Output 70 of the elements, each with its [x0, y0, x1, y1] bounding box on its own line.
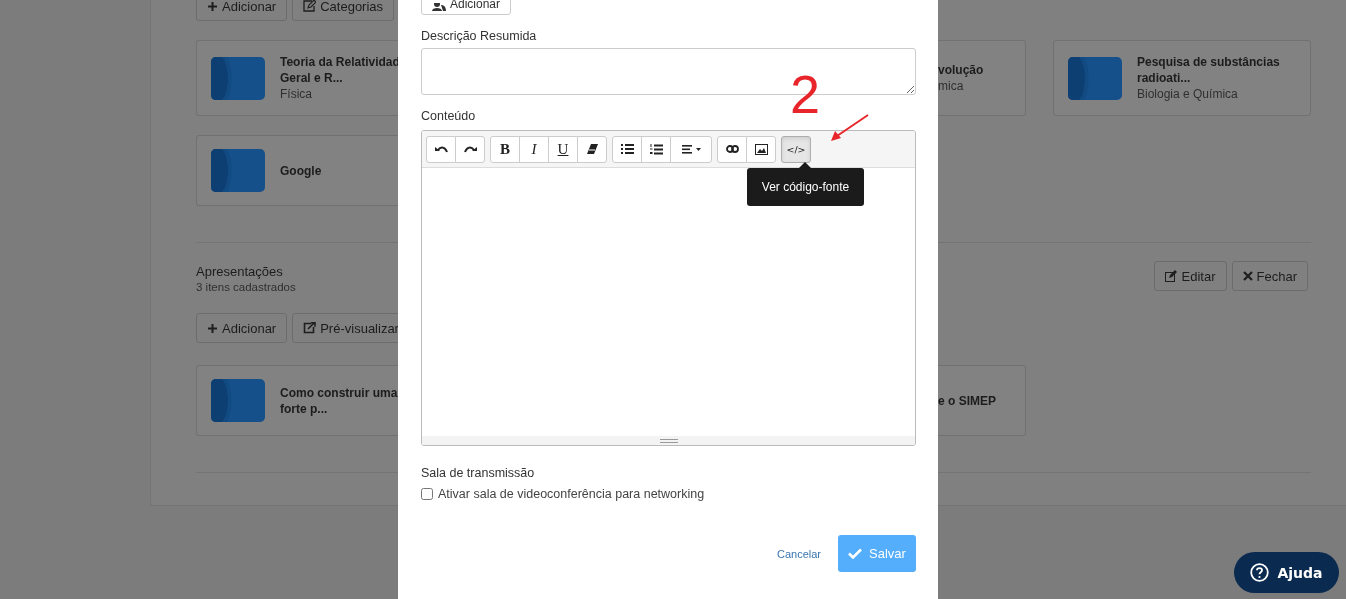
tooltip: Ver código-fonte [747, 168, 864, 206]
checkbox-option[interactable]: Ativar sala de videoconferência para networking [421, 487, 705, 501]
content-card[interactable]: Pesquisa de substâncias radioati... Biologia e Química [1053, 40, 1311, 116]
toolbar-button[interactable]: Fechar [1231, 261, 1308, 291]
add-button[interactable]: Adicionar [421, 0, 512, 15]
card-category: Física [280, 86, 313, 102]
eraser-icon [586, 144, 598, 154]
section-title: Apresentações [196, 263, 284, 280]
user-icon [432, 3, 446, 11]
item-count: 3 itens cadastrados [196, 280, 296, 295]
numbered-list-icon [649, 143, 663, 155]
toolbar-button[interactable]: Editar [1153, 261, 1227, 291]
editor-button[interactable] [641, 135, 671, 163]
field-label: Descrição Resumida [421, 29, 537, 44]
plus-icon [207, 322, 218, 334]
editor-button[interactable]: I [519, 135, 549, 163]
undo-icon [434, 144, 448, 154]
editor-button[interactable]: B [490, 135, 520, 163]
cancel-link[interactable]: Cancelar [776, 547, 821, 560]
card-title: forte p... [280, 400, 329, 417]
card-title: Como construir uma [280, 384, 398, 401]
editor-button[interactable] [670, 135, 712, 163]
card-category: mica [938, 78, 965, 94]
external-link-icon [303, 322, 317, 334]
card-title: Google [280, 162, 322, 179]
editor-button[interactable] [612, 135, 642, 163]
help-button[interactable]: Ajuda [1234, 552, 1339, 593]
editor-button[interactable]: U [548, 135, 578, 163]
card-title: volução [938, 62, 984, 78]
card-title: radioati... [1137, 70, 1192, 86]
field-label: Sala de transmissão [421, 466, 535, 481]
thumbnail-image [211, 149, 265, 192]
thumbnail-image [1068, 56, 1122, 100]
link-icon [725, 145, 739, 153]
field-label: Conteúdo [421, 109, 476, 124]
plus-icon [207, 0, 218, 12]
content-card[interactable]: Google [196, 135, 398, 206]
checkbox[interactable] [421, 488, 433, 500]
thumbnail-image [211, 379, 265, 422]
align-left-icon [681, 144, 701, 154]
redo-icon [463, 144, 477, 154]
editor-button[interactable] [717, 135, 747, 163]
editor-button[interactable]: </> [781, 135, 811, 163]
bullet-list-icon [620, 144, 634, 154]
editor-button[interactable] [746, 135, 776, 163]
annotation-arrow [831, 114, 869, 142]
card-title: Geral e R... [280, 70, 344, 86]
card-category: Biologia e Química [1137, 86, 1239, 102]
card-title: Pesquisa de substâncias [1137, 54, 1280, 70]
toolbar-button[interactable]: Adicionar [196, 0, 288, 21]
card-title: e o SIMEP [938, 392, 996, 409]
edit-icon [303, 0, 317, 12]
editor-button[interactable] [455, 135, 485, 163]
question-icon [1250, 563, 1270, 582]
content-card[interactable]: Como construir uma forte p... [196, 365, 398, 436]
tooltip-pointer [799, 162, 811, 168]
toolbar-button[interactable]: Adicionar [196, 313, 288, 343]
resize-handle-icon[interactable] [659, 438, 678, 443]
content-card[interactable]: e o SIMEP [938, 365, 1026, 436]
edit-icon [1164, 270, 1178, 282]
content-card[interactable]: volução mica [938, 40, 1026, 116]
close-icon [1242, 271, 1253, 281]
check-icon [848, 548, 863, 559]
save-button[interactable]: Salvar [838, 535, 916, 572]
editor-button[interactable] [426, 135, 456, 163]
picture-icon [754, 143, 768, 155]
toolbar-button[interactable]: Categorias [292, 0, 395, 21]
annotation-number: 2 [790, 64, 821, 124]
editor-button[interactable] [577, 135, 607, 163]
thumbnail-image [211, 56, 265, 100]
